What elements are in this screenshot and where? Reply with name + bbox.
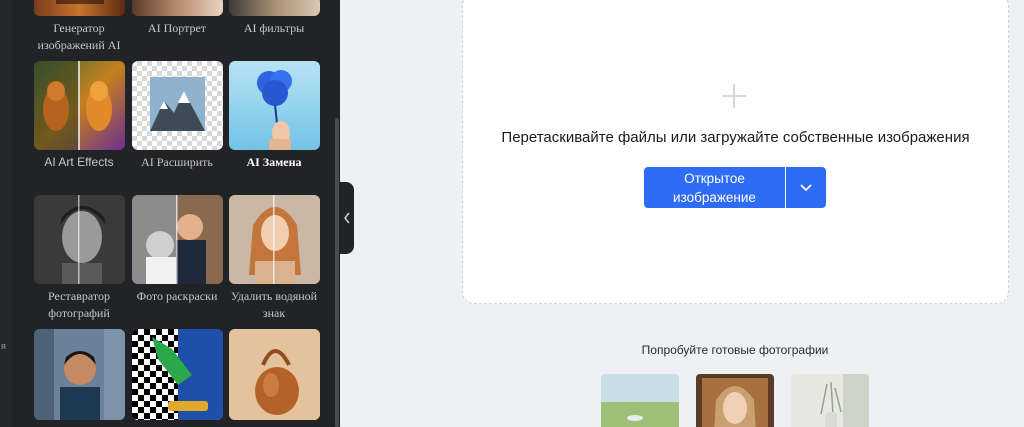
sample-photo-landscape[interactable] xyxy=(601,374,679,427)
collapse-panel-button[interactable] xyxy=(340,182,354,254)
sample-photo-portrait[interactable] xyxy=(696,374,774,427)
chevron-down-icon xyxy=(800,183,812,191)
tool-thumb-product[interactable] xyxy=(229,329,320,420)
tool-label-ai-filters[interactable]: AI фильтры xyxy=(219,20,329,37)
mountain-image xyxy=(150,77,205,131)
tool-thumb-portrait-enhance[interactable] xyxy=(34,329,125,420)
tool-label-ai-art-effects[interactable]: AI Art Effects xyxy=(24,154,134,171)
old-portrait-image xyxy=(34,195,125,284)
tool-thumb-ai-replace[interactable] xyxy=(229,61,320,150)
tool-thumb-ai-portrait[interactable] xyxy=(132,0,223,16)
handbag-image xyxy=(229,329,320,420)
couple-image xyxy=(132,195,223,284)
balloon-image xyxy=(257,70,292,150)
vase-image xyxy=(791,374,869,427)
tool-label-photo-colorize[interactable]: Фото раскраски xyxy=(122,288,232,305)
panel-scrollbar[interactable] xyxy=(335,118,339,427)
open-image-button[interactable]: Открытое изображение xyxy=(644,167,785,208)
tool-thumb-photo-restorer[interactable] xyxy=(34,195,125,284)
tool-label-ai-image-generator[interactable]: Генератор изображений AI xyxy=(24,20,134,54)
open-options-dropdown[interactable] xyxy=(786,167,826,208)
tool-thumb-ai-expand[interactable] xyxy=(132,61,223,150)
tool-label-remove-watermark[interactable]: Удалить водяной знак xyxy=(219,288,329,322)
tool-label-ai-portrait[interactable]: AI Портрет xyxy=(122,20,232,37)
left-rail: я xyxy=(0,0,12,427)
sample-photo-vase[interactable] xyxy=(791,374,869,427)
upload-dropzone[interactable] xyxy=(462,0,1009,304)
tool-thumb-ai-filters[interactable] xyxy=(229,0,320,16)
drop-instructions: Перетаскивайте файлы или загружайте собс… xyxy=(501,129,970,146)
woman-portrait-image xyxy=(229,195,320,284)
portrait-image xyxy=(696,374,774,427)
tool-thumb-ai-image-generator[interactable] xyxy=(34,0,125,16)
plus-icon xyxy=(722,84,746,108)
landscape-image xyxy=(601,374,679,427)
sample-photos-heading: Попробуйте готовые фотографии xyxy=(641,343,829,357)
tool-label-photo-restorer[interactable]: Реставратор фотографий xyxy=(24,288,134,322)
rail-partial-text: я xyxy=(1,341,6,351)
man-portrait-image xyxy=(34,329,125,420)
tool-thumb-ai-art-effects[interactable] xyxy=(34,61,125,150)
tool-thumb-background[interactable] xyxy=(132,329,223,420)
skateboarder-image xyxy=(132,329,223,420)
tool-label-ai-replace[interactable]: AI Замена xyxy=(219,154,329,171)
tool-thumb-photo-colorize[interactable] xyxy=(132,195,223,284)
dog-art-image xyxy=(34,61,125,150)
tool-label-ai-expand[interactable]: AI Расширить xyxy=(122,154,232,171)
tool-thumb-remove-watermark[interactable] xyxy=(229,195,320,284)
chevron-left-icon xyxy=(344,212,350,224)
